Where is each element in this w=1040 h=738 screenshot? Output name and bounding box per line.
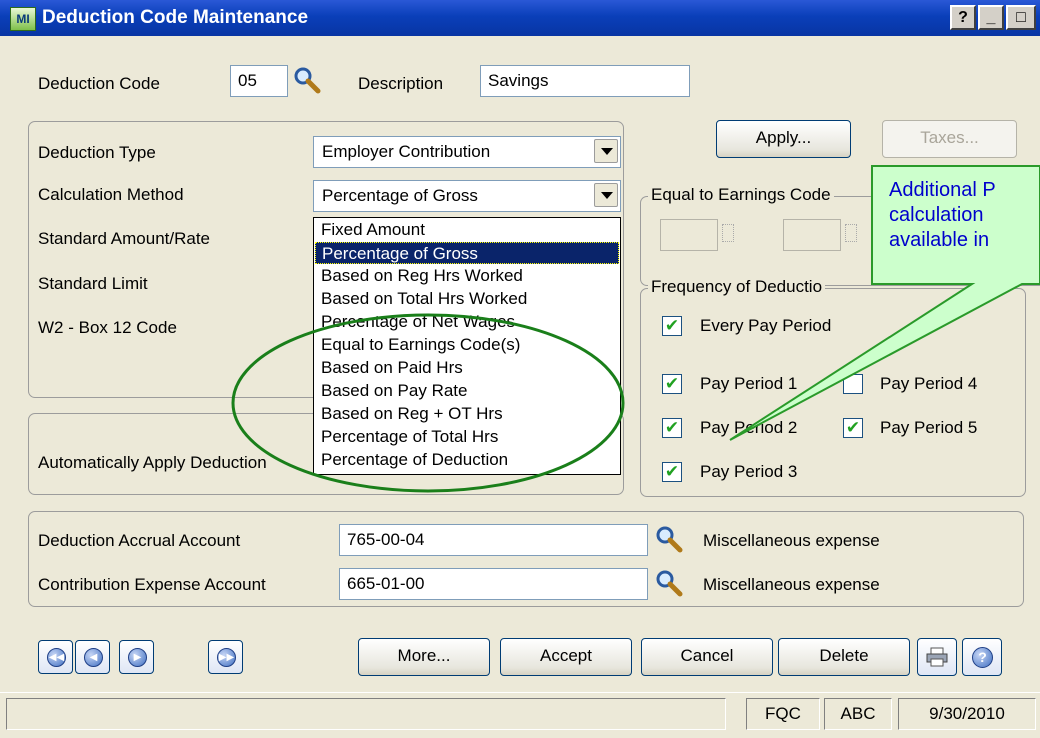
callout-line-2: calculation	[889, 204, 984, 226]
annotation-ellipse	[231, 313, 625, 493]
callout-line-1: Additional P	[889, 179, 996, 201]
annotation-overlay	[231, 165, 1040, 493]
callout-shape	[729, 165, 1040, 441]
callout-line-3: available in	[889, 229, 990, 251]
